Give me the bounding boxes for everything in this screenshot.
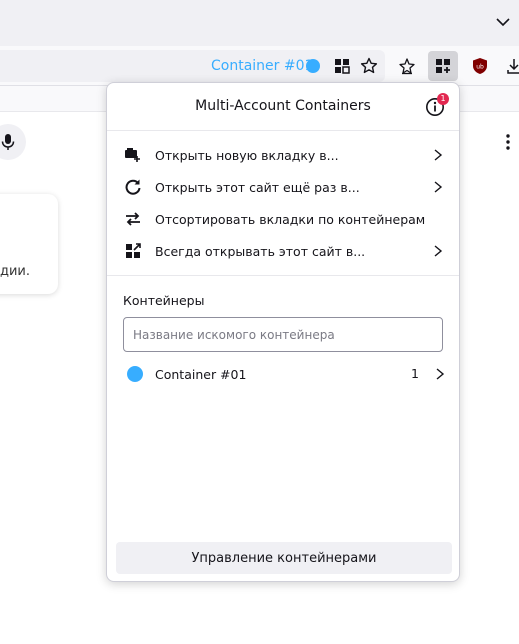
chevron-right-icon (434, 181, 443, 193)
new-tab-container-icon (123, 145, 143, 165)
container-list-item[interactable]: Container #01 1 (107, 358, 459, 390)
microphone-icon (1, 134, 15, 150)
page-card-text: дии. (0, 264, 31, 279)
containers-extension-button-icon[interactable] (428, 51, 458, 81)
url-bar[interactable] (0, 50, 385, 82)
svg-text:ub: ub (476, 64, 484, 71)
container-color-dot (127, 366, 143, 382)
list-all-tabs-chevron-icon[interactable] (493, 12, 513, 32)
manage-containers-button[interactable]: Управление контейнерами (116, 542, 452, 574)
bookmark-star-icon[interactable] (357, 54, 381, 78)
page-card: дии. (0, 194, 58, 294)
chevron-right-icon[interactable] (433, 366, 447, 382)
container-name: Container #01 (155, 366, 247, 382)
ublock-origin-icon[interactable]: ub (468, 54, 492, 78)
nav-toolbar: Container #01 ub (0, 46, 519, 86)
downloads-icon[interactable] (502, 54, 519, 78)
always-open-icon (123, 241, 143, 261)
chevron-right-icon (434, 149, 443, 161)
popup-header: Multi-Account Containers 1 (107, 83, 459, 131)
tab-strip (0, 0, 519, 46)
containers-section-title: Контейнеры (123, 293, 205, 308)
menu-open-new-tab-in[interactable]: Открыть новую вкладку в... (107, 139, 459, 171)
sort-icon (123, 209, 143, 229)
more-options-kebab-icon[interactable] (500, 132, 516, 152)
menu-item-label: Всегда открывать этот сайт в... (155, 243, 366, 259)
container-indicator-dot[interactable] (306, 59, 320, 73)
menu-reopen-site-in[interactable]: Открыть этот сайт ещё раз в... (107, 171, 459, 203)
page-containers-icon[interactable] (330, 54, 354, 78)
menu-item-label: Отсортировать вкладки по контейнерам (155, 211, 426, 227)
voice-search-button[interactable] (0, 124, 26, 160)
reopen-icon (123, 177, 143, 197)
chevron-right-icon (434, 245, 443, 257)
menu-always-open-site-in[interactable]: Всегда открывать этот сайт в... (107, 235, 459, 267)
info-notification-badge: 1 (437, 93, 449, 105)
menu-item-label: Открыть этот сайт ещё раз в... (155, 179, 360, 195)
containers-popup-panel: Multi-Account Containers 1 Открыть новую… (106, 82, 460, 582)
container-search-input[interactable] (123, 317, 443, 352)
container-indicator-label[interactable]: Container #01 (211, 58, 313, 74)
menu-sort-tabs[interactable]: Отсортировать вкладки по контейнерам (107, 203, 459, 235)
container-tab-count: 1 (411, 366, 419, 381)
menu-item-label: Открыть новую вкладку в... (155, 147, 339, 163)
popup-menu: Открыть новую вкладку в... Открыть этот … (107, 131, 459, 276)
save-to-pocket-icon[interactable] (395, 54, 419, 78)
popup-title: Multi-Account Containers (195, 98, 371, 114)
